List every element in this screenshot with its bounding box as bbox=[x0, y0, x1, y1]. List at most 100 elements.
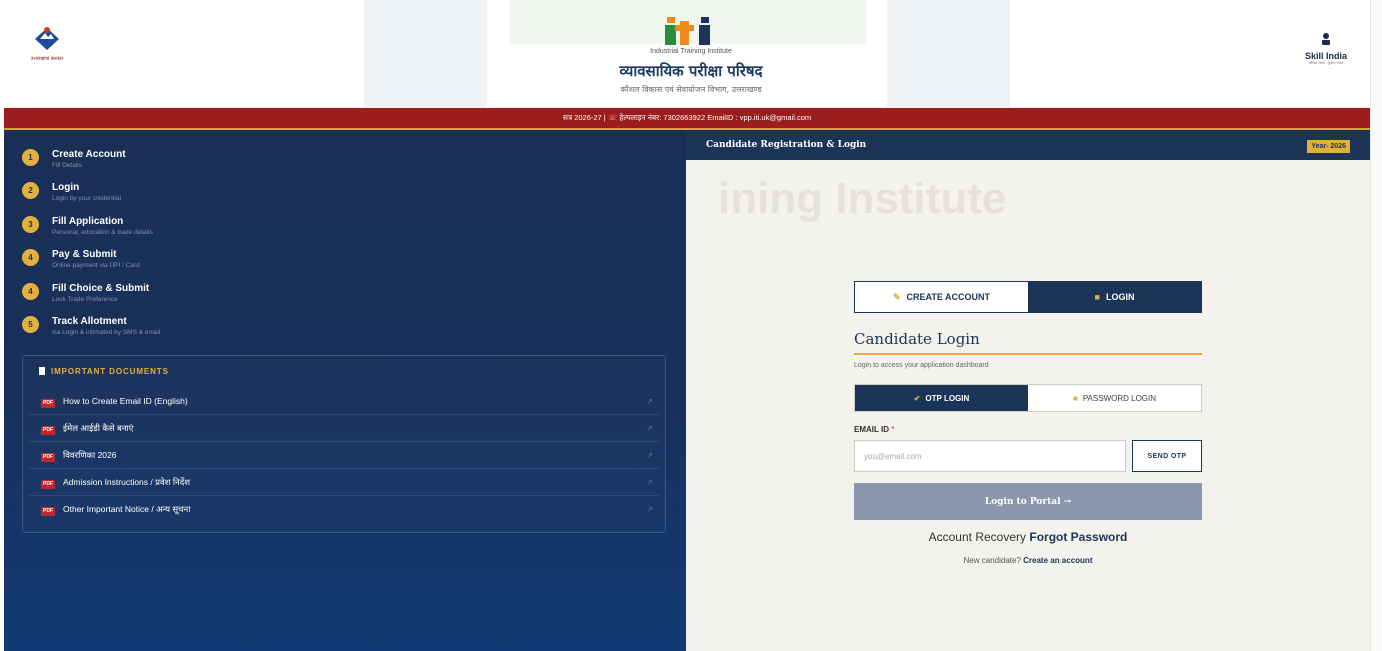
login-to-portal-button[interactable]: Login to Portal → bbox=[854, 483, 1202, 520]
document-link[interactable]: PDF Other Important Notice / अन्य सूचना ↗ bbox=[29, 496, 659, 523]
page-title-hindi: व्यावसायिक परीक्षा परिषद bbox=[619, 62, 763, 80]
key-icon: ✔ bbox=[913, 393, 921, 403]
step-track-allotment: 5 Track Allotment via Login & intimated … bbox=[22, 315, 160, 348]
department-name: कौशल विकास एवं सेवायोजन विभाग, उत्तराखण्… bbox=[620, 85, 762, 94]
external-link-icon: ↗ bbox=[646, 478, 653, 487]
step-number-badge: 4 bbox=[22, 282, 39, 300]
steps-list: 1 Create Account Fill Details 2 Login Lo… bbox=[22, 148, 160, 348]
document-link-label: विवरणिका 2026 bbox=[63, 450, 117, 460]
step-title: Pay & Submit bbox=[52, 249, 117, 261]
login-method-tabs: ✔ OTP LOGIN ■ PASSWORD LOGIN bbox=[854, 384, 1202, 412]
skill-india-logo: Skill India कौशल भारत - कुशल भारत bbox=[1286, 32, 1366, 66]
step-title: Fill Application bbox=[52, 215, 124, 227]
pdf-icon: PDF bbox=[41, 426, 55, 435]
document-link[interactable]: PDF Admission Instructions / प्रवेश निर्द… bbox=[29, 469, 659, 496]
pdf-icon: PDF bbox=[41, 453, 55, 462]
step-login: 2 Login Login by your credential bbox=[22, 181, 160, 214]
tab-otp-login[interactable]: ✔ OTP LOGIN bbox=[855, 385, 1028, 411]
step-create-account: 1 Create Account Fill Details bbox=[22, 148, 160, 181]
document-icon bbox=[39, 367, 45, 375]
document-link[interactable]: PDF How to Create Email ID (English) ↗ bbox=[29, 388, 659, 415]
email-input[interactable] bbox=[854, 440, 1126, 472]
step-fill-application: 3 Fill Application Personal, education &… bbox=[22, 215, 160, 248]
tab-create-account[interactable]: ✎ CREATE ACCOUNT bbox=[855, 282, 1028, 312]
uttarakhand-govt-logo: उत्तराखण्ड सरकार bbox=[22, 24, 72, 70]
skill-india-figure-icon bbox=[1322, 33, 1330, 45]
step-number-badge: 2 bbox=[22, 182, 39, 200]
document-link-label: ईमेल आईडी कैसे बनाएं bbox=[63, 423, 134, 433]
create-account-link[interactable]: Create an account bbox=[1023, 556, 1092, 565]
skill-india-tagline: कौशल भारत - कुशल भारत bbox=[1308, 61, 1344, 65]
iti-branding: Industrial Training Institute व्यावसायिक… bbox=[560, 16, 822, 95]
lock-icon: ■ bbox=[1094, 292, 1100, 302]
email-text: EmailID : vpp.iti.uk@gmail.com bbox=[707, 113, 812, 122]
iti-subtitle: Industrial Training Institute bbox=[650, 48, 732, 55]
important-documents-box: IMPORTANT DOCUMENTS PDF How to Create Ema… bbox=[22, 355, 666, 533]
recovery-prefix: Account Recovery bbox=[928, 530, 1027, 544]
forgot-password-link[interactable]: Forgot Password bbox=[1029, 530, 1127, 544]
page-header: उत्तराखण्ड सरकार Industrial Training Ins… bbox=[0, 0, 1382, 108]
header-decor-stripe bbox=[887, 0, 1010, 108]
step-pay-submit: 4 Pay & Submit Online payment via UPI / … bbox=[22, 248, 160, 281]
new-candidate-prefix: New candidate? bbox=[963, 556, 1021, 565]
step-number-badge: 4 bbox=[22, 249, 39, 267]
session-text: सत्र 2026-27 | bbox=[562, 113, 606, 122]
step-number-badge: 1 bbox=[22, 149, 39, 166]
step-description: Personal, education & trade details bbox=[52, 228, 153, 236]
pdf-icon: PDF bbox=[41, 480, 55, 489]
email-field-label: EMAIL ID * bbox=[854, 425, 894, 434]
registration-login-header: Candidate Registration & Login Year- 202… bbox=[686, 130, 1370, 160]
tab-password-login-label: PASSWORD LOGIN bbox=[1082, 393, 1157, 403]
tab-login-label: LOGIN bbox=[1105, 292, 1135, 302]
lock-icon: ■ bbox=[1072, 393, 1078, 403]
edit-icon: ✎ bbox=[892, 291, 901, 302]
external-link-icon: ↗ bbox=[646, 424, 653, 433]
email-label-text: EMAIL ID bbox=[854, 425, 889, 434]
header-decor-stripe bbox=[364, 0, 487, 108]
page-scrollbar[interactable] bbox=[1370, 0, 1382, 651]
documents-heading: IMPORTANT DOCUMENTS bbox=[23, 356, 665, 388]
external-link-icon: ↗ bbox=[646, 505, 653, 514]
step-title: Create Account bbox=[52, 149, 126, 160]
account-recovery: Account Recovery Forgot Password bbox=[854, 530, 1202, 544]
panel-title: Candidate Registration & Login bbox=[706, 140, 867, 150]
document-link-label: How to Create Email ID (English) bbox=[63, 396, 188, 406]
account-tabs: ✎ CREATE ACCOUNT ■ LOGIN bbox=[854, 281, 1202, 313]
document-link-label: Admission Instructions / प्रवेश निर्देश bbox=[63, 477, 191, 487]
external-link-icon: ↗ bbox=[646, 397, 653, 406]
uttarakhand-emblem-icon bbox=[35, 27, 59, 50]
document-link[interactable]: PDF ईमेल आईडी कैसे बनाएं ↗ bbox=[29, 415, 659, 442]
step-fill-choice: 4 Fill Choice & Submit Lock Trade Prefer… bbox=[22, 282, 160, 315]
tab-create-account-label: CREATE ACCOUNT bbox=[906, 292, 991, 302]
step-description: via Login & intimated by SMS & email bbox=[52, 328, 161, 336]
step-title: Track Allotment bbox=[52, 315, 127, 327]
step-description: Login by your credential bbox=[52, 195, 122, 203]
process-steps-panel: 1 Create Account Fill Details 2 Login Lo… bbox=[4, 130, 686, 651]
step-number-badge: 5 bbox=[22, 315, 39, 333]
new-candidate-line: New candidate? Create an account bbox=[854, 556, 1202, 565]
login-form-title: Candidate Login bbox=[854, 330, 980, 348]
external-link-icon: ↗ bbox=[646, 451, 653, 460]
watermark-text: ining Institute bbox=[718, 174, 1007, 223]
helpline-text: हेल्पलाइन नंबर: 7302663922 bbox=[619, 113, 706, 122]
step-description: Fill Details bbox=[52, 162, 82, 169]
tab-login[interactable]: ■ LOGIN bbox=[1028, 282, 1201, 312]
tab-password-login[interactable]: ■ PASSWORD LOGIN bbox=[1028, 385, 1201, 411]
contact-info-bar: सत्र 2026-27 | ☏ हेल्पलाइन नंबर: 7302663… bbox=[4, 108, 1370, 130]
phone-icon: ☏ bbox=[607, 113, 620, 122]
year-badge: Year- 2026 bbox=[1307, 140, 1350, 153]
skill-india-text: Skill India bbox=[1304, 51, 1347, 61]
document-link[interactable]: PDF विवरणिका 2026 ↗ bbox=[29, 442, 659, 469]
document-link-label: Other Important Notice / अन्य सूचना bbox=[63, 504, 191, 514]
tab-otp-login-label: OTP LOGIN bbox=[925, 393, 970, 403]
title-underline bbox=[854, 353, 1202, 355]
pdf-icon: PDF bbox=[41, 399, 55, 408]
required-marker: * bbox=[891, 425, 895, 434]
login-form-subtitle: Login to access your application dashboa… bbox=[854, 362, 989, 369]
send-otp-button[interactable]: SEND OTP bbox=[1132, 440, 1202, 472]
step-description: Online payment via UPI / Card bbox=[52, 262, 140, 270]
step-number-badge: 3 bbox=[22, 215, 39, 233]
left-logo-caption: उत्तराखण्ड सरकार bbox=[30, 56, 64, 62]
step-title: Fill Choice & Submit bbox=[52, 282, 150, 294]
step-description: Lock Trade Preference bbox=[52, 295, 118, 303]
